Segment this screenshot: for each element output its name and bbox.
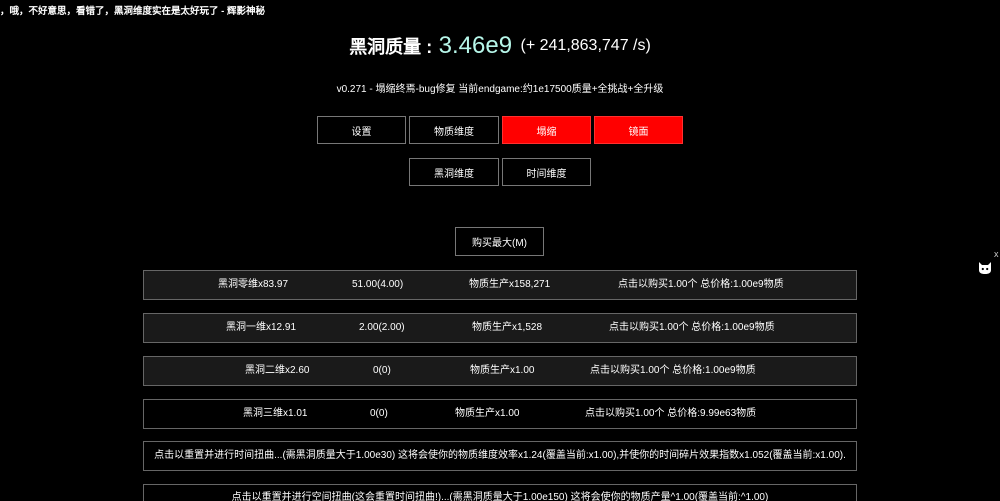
mass-label: 黑洞质量 :	[349, 37, 433, 57]
dimension-row-0[interactable]: 黑洞零维x83.97 51.00(4.00) 物质生产x158,271 点击以购…	[143, 270, 857, 300]
dimension-row-3[interactable]: 黑洞三维x1.01 0(0) 物质生产x1.00 点击以购买1.00个 总价格:…	[143, 399, 857, 429]
dimension-cost: 点击以购买1.00个 总价格:9.99e63物质	[585, 408, 757, 419]
dimension-amount: 0(0)	[373, 365, 391, 376]
tab-time-dimensions[interactable]: 时间维度	[502, 158, 591, 186]
tab-settings[interactable]: 设置	[317, 116, 406, 144]
buy-max-button[interactable]: 购买最大(M)	[455, 227, 544, 256]
version-info: v0.271 - 塌缩终焉-bug修复 当前endgame:约1e17500质量…	[336, 84, 664, 95]
news-ticker: ，哦，不好意思，看错了，黑洞维度实在是太好玩了 - 辉影神秘	[0, 6, 265, 17]
dimension-name: 黑洞二维x2.60	[245, 365, 310, 376]
tab-blackhole-dimensions[interactable]: 黑洞维度	[409, 158, 499, 186]
dimension-cost: 点击以购买1.00个 总价格:1.00e9物质	[609, 322, 775, 333]
dimension-amount: 0(0)	[370, 408, 388, 419]
dimension-production: 物质生产x158,271	[469, 279, 551, 290]
dimension-production: 物质生产x1.00	[455, 408, 520, 419]
dimension-amount: 51.00(4.00)	[352, 279, 404, 290]
dimension-amount: 2.00(2.00)	[359, 322, 405, 333]
dimension-row-2[interactable]: 黑洞二维x2.60 0(0) 物质生产x1.00 点击以购买1.00个 总价格:…	[143, 356, 857, 386]
dimension-cost: 点击以购买1.00个 总价格:1.00e9物质	[590, 365, 756, 376]
dimension-production: 物质生产x1,528	[472, 322, 543, 333]
cat-face-icon[interactable]	[978, 261, 992, 275]
game-page: ，哦，不好意思，看错了，黑洞维度实在是太好玩了 - 辉影神秘 黑洞质量 : 3.…	[0, 0, 1000, 501]
dimension-production: 物质生产x1.00	[470, 365, 535, 376]
tab-mirror[interactable]: 镜面	[594, 116, 683, 144]
dimension-row-1[interactable]: 黑洞一维x12.91 2.00(2.00) 物质生产x1,528 点击以购买1.…	[143, 313, 857, 343]
dimension-name: 黑洞零维x83.97	[218, 279, 289, 290]
dimension-name: 黑洞一维x12.91	[226, 322, 297, 333]
tab-collapse[interactable]: 塌缩	[502, 116, 591, 144]
side-close-icon[interactable]: x	[994, 249, 999, 259]
mass-value: 3.46e9	[438, 32, 513, 59]
dimension-name: 黑洞三维x1.01	[243, 408, 308, 419]
tab-matter-dimensions[interactable]: 物质维度	[409, 116, 499, 144]
time-warp-reset-button[interactable]: 点击以重置并进行时间扭曲...(需黑洞质量大于1.00e30) 这将会使你的物质…	[143, 441, 857, 471]
dimension-cost: 点击以购买1.00个 总价格:1.00e9物质	[618, 279, 784, 290]
mass-display: 黑洞质量 : 3.46e9 (+ 241,863,747 /s)	[0, 32, 1000, 60]
mass-rate: (+ 241,863,747 /s)	[520, 37, 651, 54]
space-warp-reset-button[interactable]: 点击以重置并进行空间扭曲(这会重置时间扭曲!)...(需黑洞质量大于1.00e1…	[143, 484, 857, 501]
